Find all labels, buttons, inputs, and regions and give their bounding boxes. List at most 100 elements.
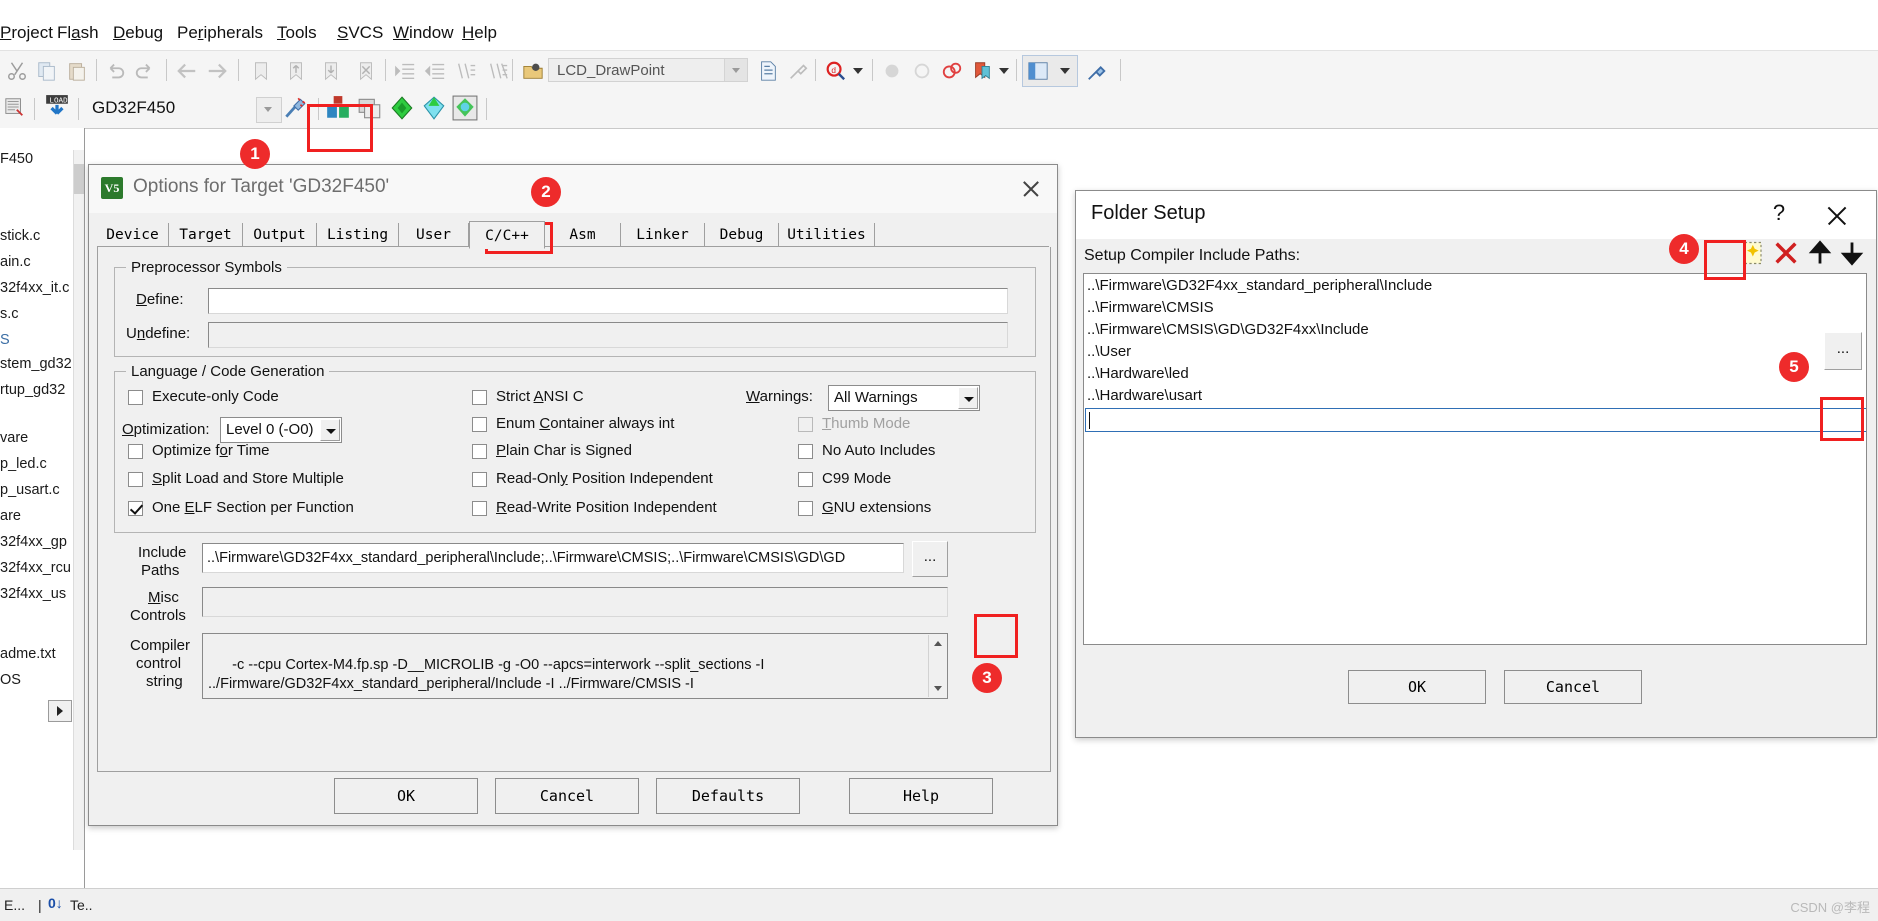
find-in-files-icon[interactable]: d [824,60,846,82]
close-icon[interactable] [1824,203,1850,229]
bookmark-clear-icon[interactable] [355,60,377,82]
compiler-string-scrollbar[interactable] [928,635,946,697]
window-layout-button[interactable] [1022,55,1078,87]
question-mark-icon[interactable]: ? [1766,200,1792,226]
list-item[interactable]: ..\Hardware\usart [1087,387,1202,404]
c99-mode-checkbox[interactable] [798,472,813,487]
delete-path-icon[interactable] [1772,239,1800,267]
project-item-collapsed[interactable]: S [0,332,10,348]
project-item[interactable]: adme.txt [0,646,56,662]
manage-components-icon[interactable] [452,95,478,121]
tab-target[interactable]: Target [169,223,243,247]
bookmark-prev-icon[interactable] [285,60,307,82]
project-item[interactable]: are [0,508,21,524]
menu-window[interactable]: Window [393,20,453,46]
project-item[interactable]: OS [0,672,21,688]
warnings-combo[interactable]: All Warnings [828,385,980,411]
one-elf-section-per-function-checkbox[interactable] [128,501,143,516]
target-options-icon[interactable] [282,95,308,121]
menu-svcs[interactable]: SVCS [337,20,383,46]
undo-icon[interactable] [104,60,126,82]
include-paths-browse-button[interactable]: ... [912,541,948,577]
gnu-extensions-checkbox[interactable] [798,501,813,516]
optimization-combo[interactable]: Level 0 (-O0) [220,417,342,443]
paste-icon[interactable] [66,60,88,82]
menu-project[interactable]: Project [0,20,53,46]
project-item[interactable]: vare [0,430,28,446]
list-item[interactable]: ..\Hardware\led [1087,365,1189,382]
configure-toolbars-icon[interactable] [1086,60,1108,82]
list-item[interactable]: ..\User [1087,343,1131,360]
define-input[interactable] [208,288,1008,314]
chevron-down-icon[interactable] [724,59,747,81]
breakpoint-icon[interactable] [881,60,903,82]
compiler-control-string-textarea[interactable]: -c --cpu Cortex-M4.fp.sp -D__MICROLIB -g… [202,633,948,699]
tab-user[interactable]: User [399,223,469,247]
folder-setup-cancel-button[interactable]: Cancel [1504,670,1642,704]
uncomment-icon[interactable] [487,60,509,82]
function-combo[interactable]: LCD_DrawPoint [548,58,748,82]
list-item[interactable]: ..\Firmware\CMSIS [1087,299,1214,316]
menu-flash[interactable]: Flash [57,20,99,46]
menu-help[interactable]: Help [462,20,497,46]
include-paths-input[interactable]: ..\Firmware\GD32F4xx_standard_peripheral… [202,543,904,573]
chevron-down-icon[interactable] [1060,68,1070,74]
redo-icon[interactable] [134,60,156,82]
enum-container-always-int-checkbox[interactable] [472,417,487,432]
copy-icon[interactable] [36,60,58,82]
execute-only-code-checkbox[interactable] [128,390,143,405]
menu-tools[interactable]: Tools [277,20,317,46]
undefine-input[interactable] [208,322,1008,348]
project-item[interactable]: stick.c [0,228,40,244]
optimize-for-time-checkbox[interactable] [128,444,143,459]
project-item[interactable]: 32f4xx_it.c [0,280,69,296]
kill-breakpoints-icon[interactable] [941,60,963,82]
plain-char-is-signed-checkbox[interactable] [472,444,487,459]
bookmark-next-icon[interactable] [320,60,342,82]
options-help-button[interactable]: Help [849,778,993,814]
new-path-browse-button[interactable]: ... [1824,332,1862,370]
menu-debug[interactable]: Debug [113,20,163,46]
new-path-edit-input[interactable] [1085,408,1866,432]
project-pane-scrollbar[interactable] [73,150,84,850]
bookmarks-icon[interactable] [971,60,993,82]
download-icon[interactable]: LOAD [44,94,70,120]
close-icon[interactable] [1019,177,1043,201]
find-dropdown-chevron-icon[interactable] [853,68,863,74]
strict-ansi-c-checkbox[interactable] [472,390,487,405]
chevron-down-icon[interactable] [320,419,340,441]
move-down-icon[interactable] [1838,239,1866,267]
project-item[interactable]: F450 [0,151,33,167]
tab-device[interactable]: Device [97,223,169,247]
read-only-position-independent-checkbox[interactable] [472,472,487,487]
package-installer-icon[interactable] [389,95,415,121]
target-combo-dropdown[interactable] [256,97,282,123]
move-up-icon[interactable] [1806,239,1834,267]
project-item[interactable]: ain.c [0,254,31,270]
navigate-back-icon[interactable] [176,60,198,82]
split-load-and-store-multiple-checkbox[interactable] [128,472,143,487]
project-pane[interactable]: F450 stick.c ain.c 32f4xx_it.c s.c S ste… [0,128,85,888]
list-item[interactable]: ..\Firmware\GD32F4xx_standard_peripheral… [1087,277,1432,294]
menu-peripherals[interactable]: Peripherals [177,20,263,46]
options-defaults-button[interactable]: Defaults [656,778,800,814]
project-item[interactable]: rtup_gd32 [0,382,65,398]
insert-file-icon[interactable] [757,60,779,82]
tab-c-cpp[interactable]: C/C++ [469,221,545,249]
tab-debug[interactable]: Debug [705,223,779,247]
project-item[interactable]: s.c [0,306,19,322]
options-cancel-button[interactable]: Cancel [495,778,639,814]
open-function-icon[interactable] [522,60,544,82]
batch-build-icon[interactable] [4,96,26,118]
configure-icon[interactable] [787,60,809,82]
disable-breakpoint-icon[interactable] [911,60,933,82]
outdent-icon[interactable] [424,60,446,82]
comment-icon[interactable] [455,60,477,82]
include-paths-list[interactable]: ..\Firmware\GD32F4xx_standard_peripheral… [1083,273,1867,645]
project-scroll-right-button[interactable] [48,700,72,722]
project-item[interactable]: p_usart.c [0,482,60,498]
project-item[interactable]: 32f4xx_us [0,586,66,602]
list-item[interactable]: ..\Firmware\CMSIS\GD\GD32F4xx\Include [1087,321,1369,338]
no-auto-includes-checkbox[interactable] [798,444,813,459]
read-write-position-independent-checkbox[interactable] [472,501,487,516]
